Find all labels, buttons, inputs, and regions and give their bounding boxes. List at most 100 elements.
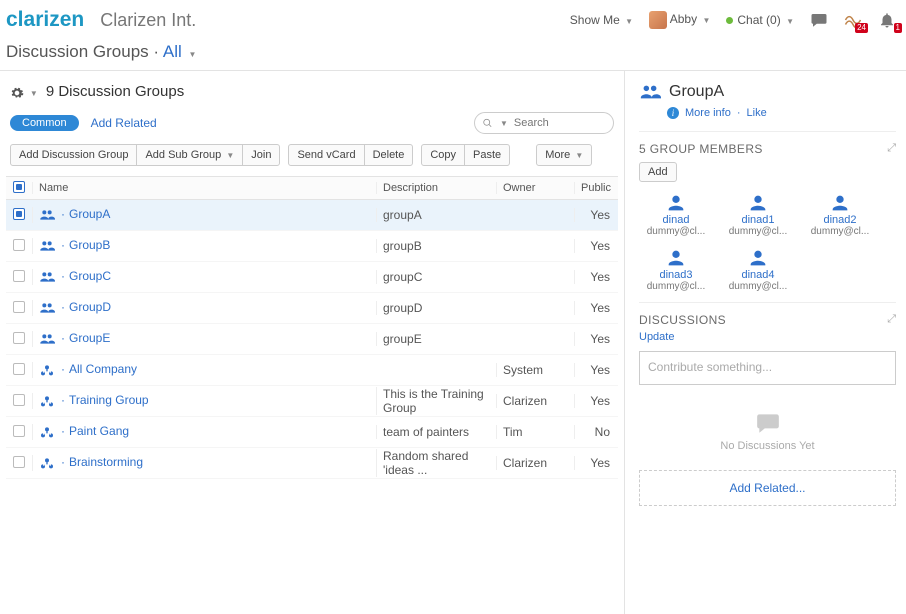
page-title: 9 Discussion Groups: [46, 83, 184, 100]
table-row[interactable]: ·Training GroupThis is the Training Grou…: [6, 386, 618, 417]
add-sub-group-button[interactable]: Add Sub Group ▼: [137, 145, 243, 165]
member-card[interactable]: dinad3dummy@cl...: [639, 247, 713, 292]
table-row[interactable]: ·Paint Gangteam of paintersTimNo: [6, 417, 618, 448]
column-owner[interactable]: Owner: [496, 182, 574, 194]
discussions-icon[interactable]: [810, 11, 828, 29]
org-tree-icon: [39, 362, 55, 378]
breadcrumb-title: Discussion Groups: [6, 42, 149, 61]
table-row[interactable]: ·GroupBgroupBYes: [6, 231, 618, 262]
select-all-checkbox[interactable]: [13, 181, 25, 193]
table-row[interactable]: ·GroupDgroupDYes: [6, 293, 618, 324]
member-name: dinad1: [721, 214, 795, 226]
row-name-link[interactable]: GroupB: [69, 238, 110, 252]
row-description: groupA: [376, 208, 496, 222]
expand-icon[interactable]: ⤢: [887, 142, 896, 155]
table-row[interactable]: ·GroupAgroupAYes: [6, 200, 618, 231]
row-checkbox[interactable]: [13, 332, 25, 344]
add-discussion-group-button[interactable]: Add Discussion Group: [11, 145, 137, 165]
table-row[interactable]: ·GroupEgroupEYes: [6, 324, 618, 355]
row-checkbox[interactable]: [13, 270, 25, 282]
row-checkbox[interactable]: [13, 425, 25, 437]
row-name-link[interactable]: Training Group: [69, 393, 149, 407]
group-icon: [39, 269, 55, 285]
row-description: groupE: [376, 332, 496, 346]
row-checkbox[interactable]: [13, 208, 25, 220]
person-icon: [747, 192, 769, 214]
breadcrumb-filter[interactable]: All ▼: [163, 42, 197, 61]
chat-bubble-icon: [639, 409, 896, 436]
member-card[interactable]: dinad4dummy@cl...: [721, 247, 795, 292]
update-link[interactable]: Update: [639, 331, 674, 343]
row-checkbox[interactable]: [13, 394, 25, 406]
paste-button[interactable]: Paste: [465, 145, 509, 165]
group-icon: [39, 238, 55, 254]
send-vcard-button[interactable]: Send vCard: [289, 145, 364, 165]
member-card[interactable]: dinaddummy@cl...: [639, 192, 713, 237]
chevron-down-icon: ▼: [500, 119, 508, 128]
member-name: dinad: [639, 214, 713, 226]
org-tree-icon: [39, 455, 55, 471]
copy-button[interactable]: Copy: [422, 145, 465, 165]
expand-icon[interactable]: ⤢: [887, 313, 896, 326]
add-related-button[interactable]: Add Related...: [639, 470, 896, 506]
person-icon: [665, 192, 687, 214]
add-member-button[interactable]: Add: [639, 162, 677, 182]
chevron-down-icon: ▼: [189, 50, 197, 59]
row-description: groupB: [376, 239, 496, 253]
member-email: dummy@cl...: [803, 226, 877, 237]
org-tree-icon: [39, 393, 55, 409]
row-checkbox[interactable]: [13, 363, 25, 375]
member-card[interactable]: dinad1dummy@cl...: [721, 192, 795, 237]
row-name-link[interactable]: GroupE: [69, 331, 110, 345]
row-name-link[interactable]: GroupA: [69, 207, 110, 221]
row-public: No: [574, 425, 616, 439]
row-description: groupC: [376, 270, 496, 284]
row-name-link[interactable]: GroupD: [69, 300, 111, 314]
tab-common[interactable]: Common: [10, 115, 79, 131]
add-related-link[interactable]: Add Related: [91, 116, 157, 130]
column-name[interactable]: Name: [32, 182, 376, 194]
row-public: Yes: [574, 239, 616, 253]
chat-menu[interactable]: Chat (0) ▼: [726, 13, 794, 27]
delete-button[interactable]: Delete: [365, 145, 413, 165]
member-card[interactable]: dinad2dummy@cl...: [803, 192, 877, 237]
status-online-icon: [726, 17, 733, 24]
chevron-down-icon: ▼: [625, 17, 633, 26]
gear-icon[interactable]: ▼: [10, 83, 38, 99]
row-name-link[interactable]: All Company: [69, 362, 137, 376]
like-link[interactable]: Like: [747, 107, 767, 119]
group-icon: [39, 300, 55, 316]
members-section-title: 5 GROUP MEMBERS: [639, 142, 763, 156]
table-row[interactable]: ·BrainstormingRandom shared 'ideas ...Cl…: [6, 448, 618, 479]
inbox-icon[interactable]: 24: [844, 11, 862, 29]
notifications-icon[interactable]: 1: [878, 11, 896, 29]
table-row[interactable]: ·GroupCgroupCYes: [6, 262, 618, 293]
member-email: dummy@cl...: [639, 281, 713, 292]
contribute-input[interactable]: Contribute something...: [639, 351, 896, 385]
member-name: dinad3: [639, 269, 713, 281]
search-input[interactable]: ▼: [474, 112, 614, 134]
row-checkbox[interactable]: [13, 239, 25, 251]
row-checkbox[interactable]: [13, 456, 25, 468]
table-row[interactable]: ·All CompanySystemYes: [6, 355, 618, 386]
show-me-menu[interactable]: Show Me ▼: [570, 13, 633, 27]
more-info-link[interactable]: More info: [685, 107, 731, 119]
row-name-link[interactable]: Paint Gang: [69, 424, 129, 438]
row-owner: Clarizen: [496, 456, 574, 470]
join-button[interactable]: Join: [243, 145, 279, 165]
row-name-link[interactable]: GroupC: [69, 269, 111, 283]
column-description[interactable]: Description: [376, 182, 496, 194]
chevron-down-icon: ▼: [702, 16, 710, 25]
search-field[interactable]: [514, 117, 605, 129]
row-description: groupD: [376, 301, 496, 315]
row-description: This is the Training Group: [376, 387, 496, 415]
column-public[interactable]: Public: [574, 182, 616, 194]
row-checkbox[interactable]: [13, 301, 25, 313]
org-name: Clarizen Int.: [100, 10, 196, 31]
user-menu[interactable]: Abby ▼: [649, 11, 710, 29]
row-name-link[interactable]: Brainstorming: [69, 455, 143, 469]
group-icon: [39, 331, 55, 347]
group-icon: [39, 207, 55, 223]
more-button[interactable]: More ▼: [536, 144, 592, 166]
member-email: dummy@cl...: [639, 226, 713, 237]
